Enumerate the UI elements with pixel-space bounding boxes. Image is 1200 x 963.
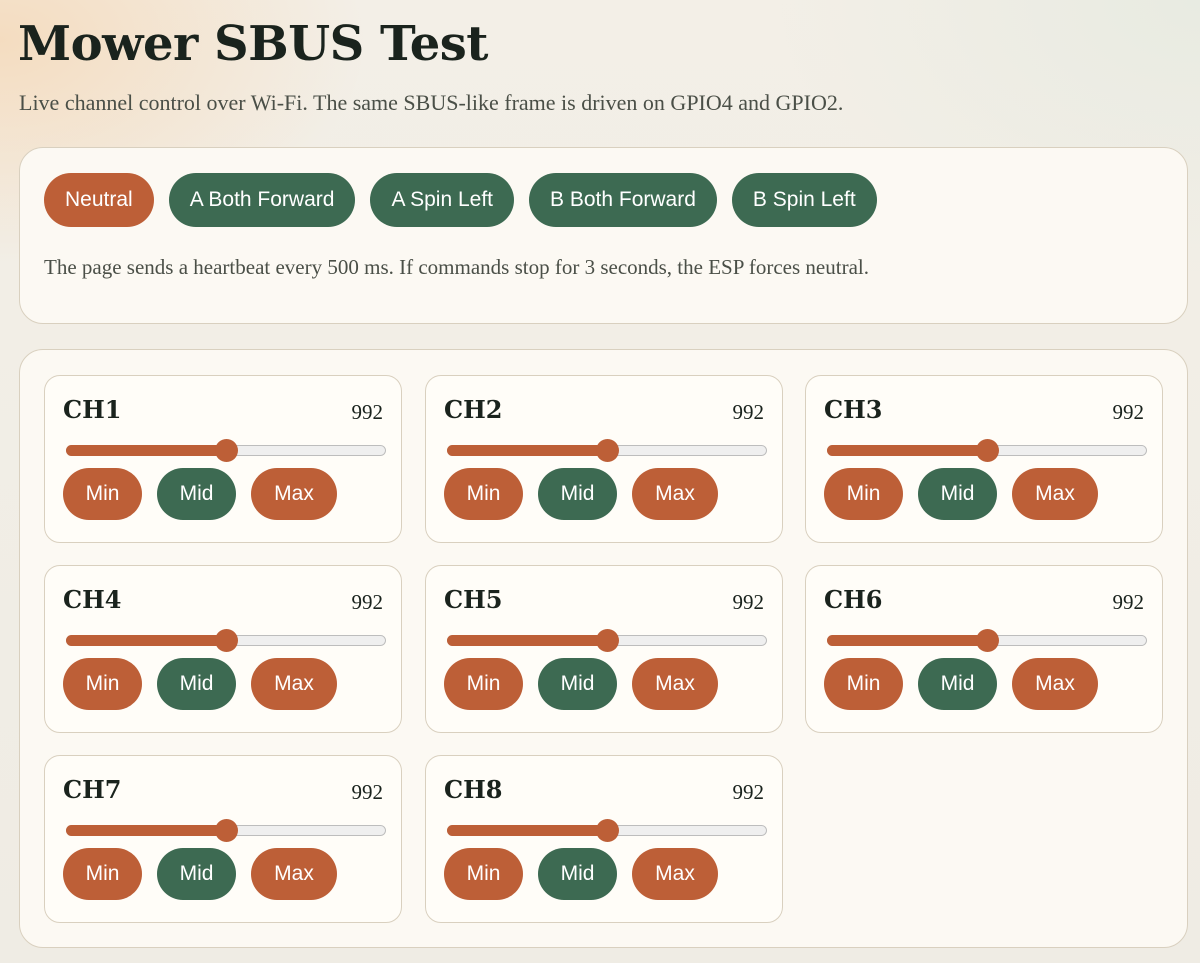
channel-card-ch2: CH2 992 Min Mid Max: [425, 375, 783, 543]
mid-button[interactable]: Mid: [918, 658, 997, 710]
channel-card-ch8: CH8 992 Min Mid Max: [425, 755, 783, 923]
slider-fill: [827, 635, 987, 646]
channel-label: CH1: [63, 395, 122, 424]
channel-value: 992: [351, 400, 384, 424]
channel-label: CH3: [824, 395, 883, 424]
channel-card-ch6: CH6 992 Min Mid Max: [805, 565, 1163, 733]
slider-fill: [447, 635, 607, 646]
mid-button[interactable]: Mid: [538, 848, 617, 900]
presets-panel: Neutral A Both Forward A Spin Left B Bot…: [19, 147, 1188, 324]
slider-fill: [447, 445, 607, 456]
heartbeat-note: The page sends a heartbeat every 500 ms.…: [44, 255, 869, 279]
slider-thumb[interactable]: [976, 439, 999, 462]
min-button[interactable]: Min: [63, 658, 142, 710]
channel-label: CH6: [824, 585, 883, 614]
channel-value: 992: [732, 590, 765, 614]
min-button[interactable]: Min: [444, 658, 523, 710]
channel-label: CH4: [63, 585, 122, 614]
slider-thumb[interactable]: [976, 629, 999, 652]
slider-fill: [66, 635, 226, 646]
channel-slider[interactable]: [66, 439, 386, 462]
channel-slider[interactable]: [827, 629, 1147, 652]
slider-thumb[interactable]: [215, 819, 238, 842]
slider-thumb[interactable]: [215, 629, 238, 652]
slider-fill: [66, 825, 226, 836]
min-button[interactable]: Min: [824, 658, 903, 710]
min-button[interactable]: Min: [444, 468, 523, 520]
channel-value: 992: [351, 780, 384, 804]
channel-value: 992: [732, 400, 765, 424]
slider-fill: [66, 445, 226, 456]
max-button[interactable]: Max: [632, 658, 718, 710]
channel-card-ch3: CH3 992 Min Mid Max: [805, 375, 1163, 543]
mid-button[interactable]: Mid: [538, 468, 617, 520]
channel-card-ch7: CH7 992 Min Mid Max: [44, 755, 402, 923]
max-button[interactable]: Max: [251, 848, 337, 900]
preset-buttons: Neutral A Both Forward A Spin Left B Bot…: [44, 173, 877, 227]
min-button[interactable]: Min: [63, 848, 142, 900]
slider-fill: [447, 825, 607, 836]
slider-thumb[interactable]: [596, 439, 619, 462]
channel-value: 992: [351, 590, 384, 614]
channels-panel: CH1 992 Min Mid Max CH2 992 Min Mid Max …: [19, 349, 1188, 948]
max-button[interactable]: Max: [632, 848, 718, 900]
channel-label: CH7: [63, 775, 122, 804]
mid-button[interactable]: Mid: [157, 848, 236, 900]
channel-slider[interactable]: [447, 629, 767, 652]
channel-label: CH5: [444, 585, 503, 614]
max-button[interactable]: Max: [1012, 468, 1098, 520]
channel-slider[interactable]: [827, 439, 1147, 462]
channel-card-ch4: CH4 992 Min Mid Max: [44, 565, 402, 733]
channel-slider[interactable]: [447, 819, 767, 842]
channel-label: CH8: [444, 775, 503, 804]
channel-slider[interactable]: [66, 819, 386, 842]
mid-button[interactable]: Mid: [918, 468, 997, 520]
channel-slider[interactable]: [447, 439, 767, 462]
max-button[interactable]: Max: [251, 468, 337, 520]
mid-button[interactable]: Mid: [157, 658, 236, 710]
channel-card-ch1: CH1 992 Min Mid Max: [44, 375, 402, 543]
channel-value: 992: [1112, 590, 1145, 614]
channel-value: 992: [1112, 400, 1145, 424]
mid-button[interactable]: Mid: [157, 468, 236, 520]
max-button[interactable]: Max: [1012, 658, 1098, 710]
slider-thumb[interactable]: [596, 629, 619, 652]
preset-a-spin-left-button[interactable]: A Spin Left: [370, 173, 515, 227]
page-title: Mower SBUS Test: [18, 16, 488, 72]
min-button[interactable]: Min: [824, 468, 903, 520]
preset-b-spin-left-button[interactable]: B Spin Left: [731, 173, 877, 227]
channel-slider[interactable]: [66, 629, 386, 652]
max-button[interactable]: Max: [632, 468, 718, 520]
channel-label: CH2: [444, 395, 503, 424]
preset-b-both-forward-button[interactable]: B Both Forward: [529, 173, 717, 227]
min-button[interactable]: Min: [444, 848, 523, 900]
max-button[interactable]: Max: [251, 658, 337, 710]
channel-value: 992: [732, 780, 765, 804]
slider-thumb[interactable]: [596, 819, 619, 842]
page-subtitle: Live channel control over Wi-Fi. The sam…: [19, 90, 844, 115]
min-button[interactable]: Min: [63, 468, 142, 520]
slider-thumb[interactable]: [215, 439, 238, 462]
preset-a-both-forward-button[interactable]: A Both Forward: [168, 173, 356, 227]
preset-neutral-button[interactable]: Neutral: [44, 173, 154, 227]
mid-button[interactable]: Mid: [538, 658, 617, 710]
channel-card-ch5: CH5 992 Min Mid Max: [425, 565, 783, 733]
slider-fill: [827, 445, 987, 456]
